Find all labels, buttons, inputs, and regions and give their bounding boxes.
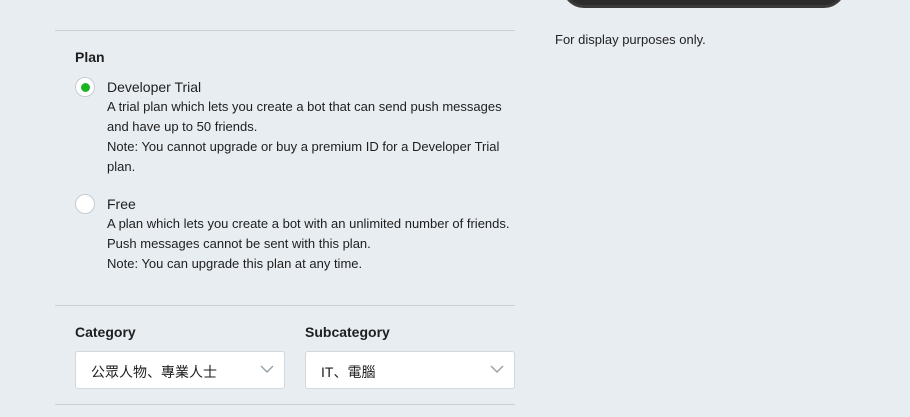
category-label: Category <box>75 324 136 340</box>
subcategory-label: Subcategory <box>305 324 390 340</box>
category-select-value: 公眾人物、專業人士 <box>91 364 217 380</box>
plan-settings-page: For display purposes only. Plan Develope… <box>0 0 910 417</box>
divider <box>55 30 515 31</box>
divider <box>55 404 515 405</box>
chevron-down-icon <box>260 365 274 374</box>
free-plan-note: Note: You can upgrade this plan at any t… <box>107 256 363 271</box>
display-purposes-note: For display purposes only. <box>555 32 706 47</box>
phone-preview-frame <box>562 0 846 8</box>
plan-section-title: Plan <box>75 49 105 65</box>
free-plan-description-text: A plan which lets you create a bot with … <box>107 216 510 251</box>
subcategory-select[interactable]: IT、電腦 <box>305 351 515 389</box>
developer-trial-description: A trial plan which lets you create a bot… <box>107 97 517 177</box>
developer-trial-note: Note: You cannot upgrade or buy a premiu… <box>107 139 500 174</box>
chevron-down-icon <box>490 365 504 374</box>
free-plan-description: A plan which lets you create a bot with … <box>107 214 517 274</box>
free-plan-label[interactable]: Free <box>107 196 136 212</box>
category-select[interactable]: 公眾人物、專業人士 <box>75 351 285 389</box>
subcategory-select-value: IT、電腦 <box>321 364 376 380</box>
free-plan-radio[interactable] <box>75 194 95 214</box>
developer-trial-label[interactable]: Developer Trial <box>107 79 201 95</box>
developer-trial-radio[interactable] <box>75 77 95 97</box>
developer-trial-description-text: A trial plan which lets you create a bot… <box>107 99 502 134</box>
divider <box>55 305 515 306</box>
